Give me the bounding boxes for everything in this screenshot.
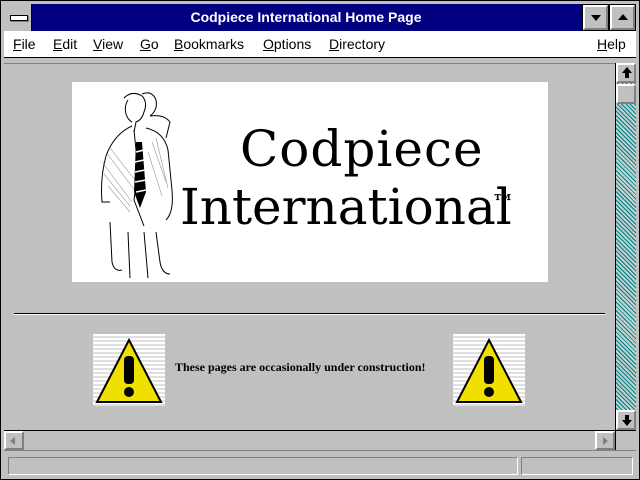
brand-line-2: International bbox=[180, 178, 512, 236]
system-menu-icon[interactable] bbox=[4, 4, 32, 31]
banner-image: Codpiece International ™ bbox=[72, 82, 548, 282]
menu-go-label-rest: o bbox=[150, 36, 159, 52]
trademark-symbol: ™ bbox=[492, 190, 514, 216]
brand-line-1: Codpiece bbox=[240, 120, 484, 178]
menu-help-label-rest: elp bbox=[607, 36, 626, 52]
menu-view-label-rest: iew bbox=[102, 36, 124, 52]
minimize-icon bbox=[591, 15, 601, 21]
menu-directory-label: D bbox=[329, 36, 340, 52]
menu-file[interactable]: File bbox=[13, 31, 36, 57]
menu-help[interactable]: Help bbox=[597, 31, 626, 57]
menu-bookmarks-label-rest: ookmarks bbox=[183, 36, 245, 52]
warning-triangle-icon bbox=[93, 334, 165, 406]
arrow-right-icon bbox=[603, 437, 608, 445]
scroll-left-button[interactable] bbox=[4, 431, 24, 450]
warning-triangle-icon bbox=[453, 334, 525, 406]
menu-options-label-rest: ptions bbox=[273, 36, 312, 52]
menu-view[interactable]: View bbox=[93, 31, 123, 57]
status-bar bbox=[4, 450, 636, 477]
menu-file-label-rest: ile bbox=[21, 36, 36, 52]
menu-directory-label-rest: irectory bbox=[339, 36, 386, 52]
scroll-right-button[interactable] bbox=[595, 431, 615, 450]
menu-directory[interactable]: Directory bbox=[329, 31, 385, 57]
page-content: Codpiece International ™ These pages are… bbox=[4, 63, 615, 431]
menu-edit-label: E bbox=[53, 36, 63, 52]
minimize-button[interactable] bbox=[582, 4, 609, 31]
menu-bookmarks[interactable]: Bookmarks bbox=[174, 31, 244, 57]
horizontal-scrollbar[interactable] bbox=[4, 430, 615, 450]
status-progress-panel bbox=[521, 457, 633, 475]
maximize-button[interactable] bbox=[609, 4, 636, 31]
arrow-down-icon bbox=[622, 420, 632, 426]
menu-help-label: H bbox=[597, 36, 608, 52]
title-bar[interactable]: Codpiece International Home Page bbox=[4, 4, 636, 31]
menu-bookmarks-label: B bbox=[174, 36, 184, 52]
arrow-left-icon bbox=[10, 437, 15, 445]
window-title: Codpiece International Home Page bbox=[190, 9, 422, 25]
scrollbar-corner bbox=[615, 430, 636, 450]
maximize-icon bbox=[618, 14, 628, 20]
menu-options[interactable]: Options bbox=[263, 31, 311, 57]
menu-view-label: V bbox=[93, 36, 103, 52]
scroll-up-button[interactable] bbox=[616, 63, 636, 83]
menu-go-label: G bbox=[140, 36, 151, 52]
construction-notice: These pages are occasionally under const… bbox=[175, 360, 426, 374]
menu-edit[interactable]: Edit bbox=[53, 31, 77, 57]
vertical-scrollbar[interactable] bbox=[615, 63, 636, 430]
menu-go[interactable]: Go bbox=[140, 31, 159, 57]
menu-options-label: O bbox=[263, 36, 274, 52]
menu-edit-label-rest: dit bbox=[62, 36, 78, 52]
scroll-down-button[interactable] bbox=[616, 410, 636, 430]
menu-bar: File Edit View Go Bookmarks Options Dire… bbox=[4, 31, 636, 58]
horizontal-rule bbox=[14, 313, 605, 315]
scroll-thumb[interactable] bbox=[616, 84, 636, 104]
status-message-panel bbox=[8, 457, 518, 475]
menu-file-label: F bbox=[13, 36, 22, 52]
